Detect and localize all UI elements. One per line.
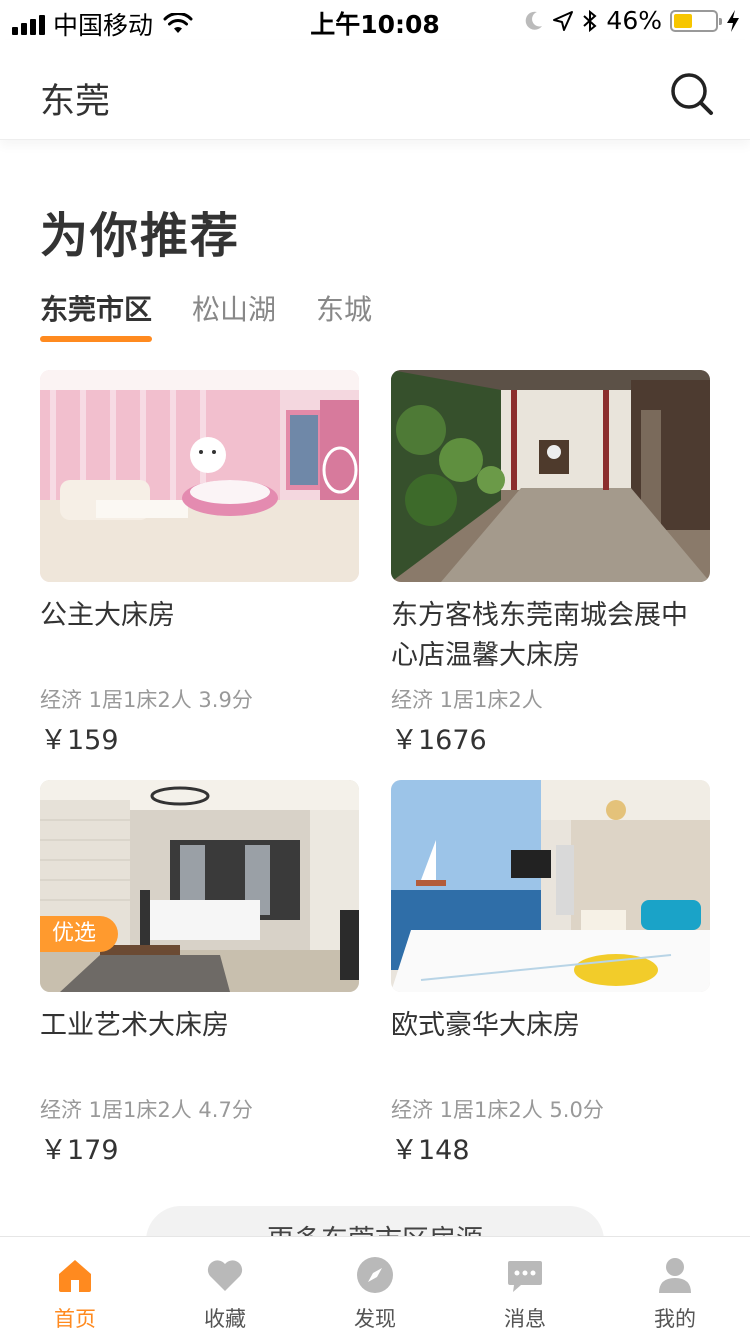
tab-profile[interactable]: 我的 xyxy=(600,1237,750,1334)
listing-meta: 经济 1居1床2人 4.7分 xyxy=(40,1098,253,1122)
listing-name[interactable]: 东方客栈东莞南城会展中心店温馨大床房 xyxy=(391,596,710,676)
tab-area-0[interactable]: 东莞市区 xyxy=(40,288,153,342)
listing-card[interactable]: 公主大床房 经济 1居1床2人 3.9分 ￥159 xyxy=(40,370,359,780)
listing-card[interactable]: 优选 工业艺术大床房 经济 1居1床2人 4.7分 ￥179 xyxy=(40,780,359,1190)
home-icon xyxy=(59,1260,91,1292)
charging-icon xyxy=(727,9,739,32)
battery-level xyxy=(674,13,693,28)
tab-area-1[interactable]: 松山湖 xyxy=(192,288,276,340)
bluetooth-icon xyxy=(583,9,597,32)
compass-icon xyxy=(357,1257,393,1293)
listing-name[interactable]: 公主大床房 xyxy=(40,596,359,676)
listing-photo[interactable]: 优选 xyxy=(40,780,359,992)
tab-discover[interactable]: 发现 xyxy=(300,1237,450,1334)
tab-label: 首页 xyxy=(54,1307,96,1331)
tab-label: 收藏 xyxy=(204,1307,246,1331)
featured-badge: 优选 xyxy=(40,916,119,952)
listing-price: ￥179 xyxy=(40,1135,119,1166)
search-icon[interactable] xyxy=(670,72,714,116)
listing-photo[interactable] xyxy=(40,370,359,582)
listing-card[interactable]: 东方客栈东莞南城会展中心店温馨大床房 经济 1居1床2人 ￥1676 xyxy=(391,370,710,780)
tab-label: 消息 xyxy=(504,1307,546,1331)
listing-meta: 经济 1居1床2人 5.0分 xyxy=(391,1098,604,1122)
tab-label: 我的 xyxy=(654,1307,696,1331)
tab-messages[interactable]: 消息 xyxy=(450,1237,600,1334)
section-title: 为你推荐 xyxy=(40,208,241,264)
listing-meta: 经济 1居1床2人 xyxy=(391,688,543,712)
listing-meta: 经济 1居1床2人 3.9分 xyxy=(40,688,253,712)
tab-home[interactable]: 首页 xyxy=(0,1237,150,1334)
listing-name[interactable]: 工业艺术大床房 xyxy=(40,1006,359,1086)
listing-card[interactable]: 欧式豪华大床房 经济 1居1床2人 5.0分 ￥148 xyxy=(391,780,710,1190)
listing-price: ￥148 xyxy=(391,1135,470,1166)
tab-label: 发现 xyxy=(354,1307,396,1331)
battery-percent: 46% xyxy=(606,6,662,35)
heart-icon xyxy=(207,1260,243,1291)
listing-price: ￥159 xyxy=(40,725,119,756)
battery-icon xyxy=(670,9,722,32)
listing-grid: 公主大床房 经济 1居1床2人 3.9分 ￥159 东方客栈东莞南城会展中心店温… xyxy=(40,370,710,1190)
city-selector[interactable]: 东莞 xyxy=(40,73,110,124)
nav-bar: 东莞 xyxy=(0,40,750,140)
status-right: 46% xyxy=(524,6,740,35)
user-icon xyxy=(659,1258,691,1293)
listing-price: ￥1676 xyxy=(391,725,487,756)
bottom-tab-bar: 首页 收藏 发现 消息 我的 xyxy=(0,1236,750,1334)
listing-photo[interactable] xyxy=(391,780,710,992)
area-tabs: 东莞市区 松山湖 东城 xyxy=(40,288,372,342)
listing-name[interactable]: 欧式豪华大床房 xyxy=(391,1006,710,1086)
status-bar: 中国移动 上午10:08 46% xyxy=(0,0,750,40)
listing-photo[interactable] xyxy=(391,370,710,582)
location-icon xyxy=(553,10,574,31)
message-icon xyxy=(508,1261,542,1292)
tab-area-2[interactable]: 东城 xyxy=(316,288,372,340)
moon-icon xyxy=(526,11,543,30)
tab-favorites[interactable]: 收藏 xyxy=(150,1237,300,1334)
